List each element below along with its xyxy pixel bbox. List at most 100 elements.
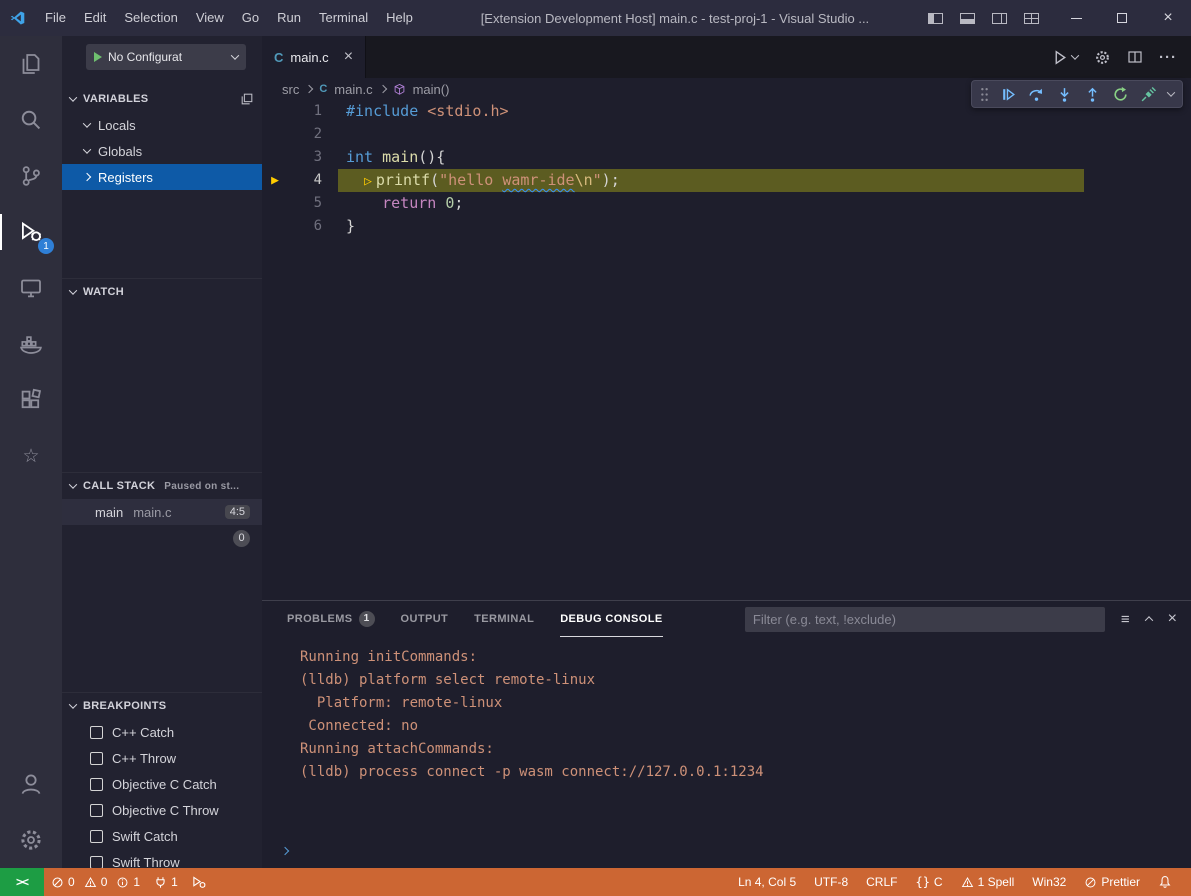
menu-run[interactable]: Run xyxy=(268,5,310,31)
spell-checker-status[interactable]: 1 Spell xyxy=(952,868,1024,896)
toggle-secondary-sidebar-icon[interactable] xyxy=(992,13,1007,24)
maximize-button[interactable] xyxy=(1099,0,1145,36)
code-line[interactable]: 5 return 0; xyxy=(262,192,1191,215)
code-line[interactable]: ▶4 printf("hello wamr-ide\n"); xyxy=(262,169,1191,192)
collapse-all-icon[interactable] xyxy=(240,92,254,106)
breakpoint-checkbox[interactable] xyxy=(90,856,103,869)
toggle-panel-icon[interactable] xyxy=(960,13,975,24)
menu-view[interactable]: View xyxy=(187,5,233,31)
line-number: 4 xyxy=(288,169,322,192)
panel-tab-terminal[interactable]: TERMINAL xyxy=(474,601,534,637)
breakpoint-checkbox[interactable] xyxy=(90,830,103,843)
output-actions-icon[interactable]: ≡ xyxy=(1121,611,1130,628)
remote-indicator[interactable]: >< xyxy=(0,868,44,896)
activity-remote-explorer[interactable] xyxy=(0,260,62,316)
split-editor-icon[interactable] xyxy=(1127,49,1143,65)
activity-run-debug[interactable]: 1 xyxy=(0,204,62,260)
debug-status-icon[interactable] xyxy=(185,868,214,896)
menu-selection[interactable]: Selection xyxy=(115,5,186,31)
run-file-button[interactable] xyxy=(1052,49,1078,66)
breakpoint-row[interactable]: Swift Throw xyxy=(62,849,262,868)
debug-current-line-arrow-icon[interactable]: ▶ xyxy=(262,169,288,192)
activity-accounts[interactable] xyxy=(0,756,62,812)
console-filter-input[interactable] xyxy=(745,607,1105,632)
breakpoint-checkbox[interactable] xyxy=(90,752,103,765)
more-actions-icon[interactable]: ··· xyxy=(1159,49,1177,66)
cursor-position[interactable]: Ln 4, Col 5 xyxy=(729,868,805,896)
menu-go[interactable]: Go xyxy=(233,5,268,31)
step-out-icon[interactable] xyxy=(1084,86,1101,103)
breakpoint-row[interactable]: C++ Throw xyxy=(62,745,262,771)
breadcrumb-file[interactable]: main.c xyxy=(334,82,372,97)
problems-indicator[interactable]: 0 0 1 xyxy=(44,868,147,896)
c-file-icon: C xyxy=(274,50,283,65)
breakpoint-row[interactable]: Objective C Throw xyxy=(62,797,262,823)
tab-main-c[interactable]: C main.c × xyxy=(262,36,366,78)
encoding-indicator[interactable]: UTF-8 xyxy=(805,868,857,896)
customize-layout-icon[interactable] xyxy=(1024,13,1039,24)
panel-tab-problems[interactable]: PROBLEMS1 xyxy=(287,601,375,637)
activity-docker[interactable] xyxy=(0,316,62,372)
breakpoints-header[interactable]: BREAKPOINTS xyxy=(62,693,262,719)
breakpoint-row[interactable]: C++ Catch xyxy=(62,719,262,745)
activity-source-control[interactable] xyxy=(0,148,62,204)
restart-icon[interactable] xyxy=(1112,86,1129,103)
panel-tab-debug-console[interactable]: DEBUG CONSOLE xyxy=(560,601,662,637)
close-panel-icon[interactable]: × xyxy=(1168,610,1177,628)
breakpoint-row[interactable]: Swift Catch xyxy=(62,823,262,849)
glyph-margin[interactable] xyxy=(262,100,288,123)
formatter-status[interactable]: Prettier xyxy=(1075,868,1149,896)
menu-file[interactable]: File xyxy=(36,5,75,31)
variables-header[interactable]: VARIABLES xyxy=(62,86,262,112)
activity-extensions[interactable] xyxy=(0,372,62,428)
stack-frame-row[interactable]: main main.c 4:5 xyxy=(62,499,262,525)
menu-help[interactable]: Help xyxy=(377,5,422,31)
continue-icon[interactable] xyxy=(1000,86,1017,103)
close-button[interactable]: × xyxy=(1145,0,1191,36)
watch-header[interactable]: WATCH xyxy=(62,279,262,305)
code-line[interactable]: 3int main(){ xyxy=(262,146,1191,169)
more-debug-actions-icon[interactable] xyxy=(1167,88,1175,96)
variables-scope-locals[interactable]: Locals xyxy=(62,112,262,138)
toggle-sidebar-icon[interactable] xyxy=(928,13,943,24)
menu-edit[interactable]: Edit xyxy=(75,5,115,31)
breakpoint-row[interactable]: Objective C Catch xyxy=(62,771,262,797)
breakpoint-checkbox[interactable] xyxy=(90,726,103,739)
breadcrumb-symbol[interactable]: main() xyxy=(413,82,450,97)
debug-config-dropdown[interactable]: No Configurat xyxy=(86,44,246,70)
code-line[interactable]: 6} xyxy=(262,215,1191,238)
code-line[interactable]: 2 xyxy=(262,123,1191,146)
glyph-margin[interactable] xyxy=(262,146,288,169)
ports-indicator[interactable]: 1 xyxy=(147,868,185,896)
platform-indicator[interactable]: Win32 xyxy=(1023,868,1075,896)
eol-indicator[interactable]: CRLF xyxy=(857,868,906,896)
activity-settings[interactable] xyxy=(0,812,62,868)
glyph-margin[interactable] xyxy=(262,123,288,146)
variables-scope-registers[interactable]: Registers xyxy=(62,164,262,190)
toolbar-drag-handle[interactable] xyxy=(980,87,989,102)
variables-scope-globals[interactable]: Globals xyxy=(62,138,262,164)
call-stack-header[interactable]: CALL STACK Paused on st... xyxy=(62,473,262,499)
code-token xyxy=(418,102,427,120)
panel-tab-output[interactable]: OUTPUT xyxy=(401,601,449,637)
activity-explorer[interactable] xyxy=(0,36,62,92)
breakpoint-checkbox[interactable] xyxy=(90,804,103,817)
close-tab-icon[interactable]: × xyxy=(344,48,353,66)
breadcrumb-folder[interactable]: src xyxy=(282,82,299,97)
maximize-panel-icon[interactable] xyxy=(1146,616,1152,622)
breakpoint-checkbox[interactable] xyxy=(90,778,103,791)
notifications-bell[interactable] xyxy=(1149,868,1181,896)
glyph-margin[interactable] xyxy=(262,215,288,238)
glyph-margin[interactable] xyxy=(262,192,288,215)
activity-wamr-extension[interactable]: ☆ xyxy=(0,428,62,484)
language-mode[interactable]: {}C xyxy=(906,868,951,896)
menu-terminal[interactable]: Terminal xyxy=(310,5,377,31)
step-over-icon[interactable] xyxy=(1028,86,1045,103)
minimize-button[interactable] xyxy=(1053,0,1099,36)
console-input-prompt[interactable] xyxy=(282,841,288,859)
step-into-icon[interactable] xyxy=(1056,86,1073,103)
start-debug-icon[interactable] xyxy=(94,52,102,62)
disconnect-icon[interactable] xyxy=(1140,86,1157,103)
activity-search[interactable] xyxy=(0,92,62,148)
editor-settings-icon[interactable] xyxy=(1094,49,1111,66)
